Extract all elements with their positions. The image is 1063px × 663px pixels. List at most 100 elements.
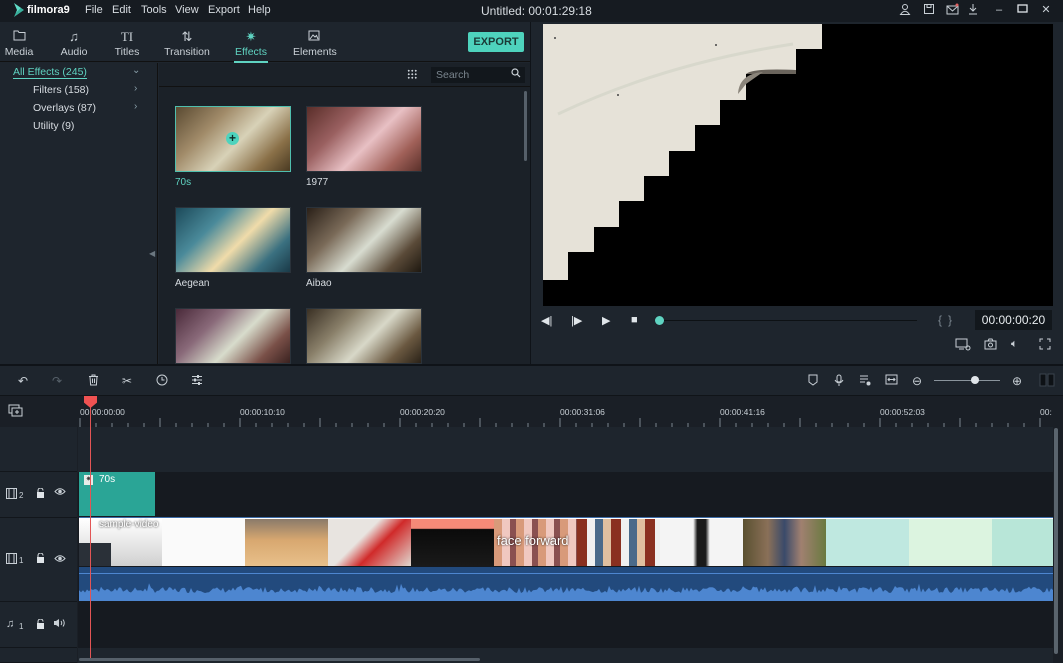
ruler-label: 00:00:52:03 bbox=[880, 407, 925, 417]
chevron-down-icon[interactable]: ⌄ bbox=[132, 65, 140, 76]
effect-label: 70s bbox=[175, 177, 192, 188]
search-icon[interactable] bbox=[511, 68, 521, 81]
sidebar-item-filters[interactable]: Filters (158) bbox=[33, 84, 89, 96]
clip-frame bbox=[660, 519, 743, 566]
playback-scrubber[interactable] bbox=[659, 320, 917, 321]
effect-label: 1977 bbox=[306, 177, 329, 188]
previous-frame-icon[interactable]: ◀| bbox=[541, 314, 552, 327]
next-frame-icon[interactable]: |▶ bbox=[571, 314, 582, 327]
app-logo: filmora9 bbox=[14, 3, 70, 17]
track-header-video-1: 1 bbox=[0, 518, 77, 602]
play-icon[interactable]: ▶ bbox=[602, 314, 610, 327]
preview-panel: ◀| |▶ ▶ ■ {} 00:00:00:20 🔈︎ bbox=[531, 22, 1063, 364]
zoom-out-icon[interactable]: ⊖ bbox=[912, 374, 922, 388]
mark-in-out[interactable]: {} bbox=[938, 313, 958, 327]
zoom-slider-handle[interactable] bbox=[971, 376, 979, 384]
download-icon[interactable] bbox=[966, 3, 980, 17]
lock-icon[interactable] bbox=[36, 487, 45, 501]
mark-out-icon[interactable]: } bbox=[948, 313, 958, 327]
menu-export[interactable]: Export bbox=[208, 4, 240, 16]
delete-icon[interactable] bbox=[88, 374, 99, 389]
grid-view-icon[interactable] bbox=[407, 69, 417, 79]
mark-in-icon[interactable]: { bbox=[938, 313, 948, 327]
transition-icon: ⇅ bbox=[181, 29, 193, 44]
ruler-label: 00:00:00:00 bbox=[80, 407, 125, 417]
lock-icon[interactable] bbox=[36, 618, 45, 632]
save-icon[interactable] bbox=[922, 3, 936, 17]
tab-transition[interactable]: ⇅ Transition bbox=[164, 22, 210, 62]
audio-clip[interactable] bbox=[79, 567, 1053, 601]
effects-icon: ✷ bbox=[245, 29, 257, 44]
menu-tools[interactable]: Tools bbox=[141, 4, 167, 16]
track-header-audio-1: ♫ 1 bbox=[0, 602, 77, 648]
menu-edit[interactable]: Edit bbox=[112, 4, 131, 16]
chevron-right-icon[interactable]: › bbox=[134, 101, 137, 112]
add-effect-icon[interactable]: + bbox=[226, 132, 239, 145]
audio-volume-line[interactable] bbox=[79, 573, 1053, 574]
chevron-right-icon[interactable]: › bbox=[134, 83, 137, 94]
timeline-vertical-scrollbar[interactable] bbox=[1054, 428, 1058, 654]
zoom-slider[interactable] bbox=[934, 380, 1000, 381]
adjust-icon[interactable] bbox=[191, 374, 203, 389]
project-title: Untitled: 00:01:29:18 bbox=[481, 4, 592, 18]
stop-icon[interactable]: ■ bbox=[631, 314, 638, 326]
fullscreen-icon[interactable] bbox=[1039, 338, 1051, 353]
display-settings-icon[interactable] bbox=[955, 338, 971, 354]
scrubber-handle[interactable] bbox=[655, 316, 664, 325]
user-icon[interactable] bbox=[898, 3, 912, 17]
video-track-icon bbox=[6, 488, 17, 502]
collapse-sidebar-icon[interactable]: ◀ bbox=[149, 249, 155, 258]
undo-icon[interactable]: ↶ bbox=[18, 374, 28, 388]
mail-icon[interactable] bbox=[945, 3, 959, 17]
browser-scrollbar[interactable] bbox=[524, 91, 527, 161]
lock-icon[interactable] bbox=[36, 552, 45, 566]
sidebar-item-overlays[interactable]: Overlays (87) bbox=[33, 102, 96, 114]
speaker-icon[interactable] bbox=[53, 618, 66, 631]
effect-thumbnail[interactable] bbox=[175, 308, 291, 364]
effect-thumbnail-aegean[interactable] bbox=[175, 207, 291, 273]
cut-icon[interactable]: ✂ bbox=[122, 374, 132, 388]
timeline-ruler[interactable]: 00:00:00:00 00:00:10:10 00:00:20:20 00:0… bbox=[0, 397, 1063, 427]
visibility-eye-icon[interactable] bbox=[54, 487, 66, 499]
marker-icon[interactable] bbox=[808, 374, 818, 389]
tab-media[interactable]: Media bbox=[4, 22, 34, 62]
tab-audio[interactable]: ♫ Audio bbox=[58, 22, 90, 62]
voiceover-icon[interactable] bbox=[834, 374, 844, 390]
clip-frame bbox=[826, 519, 909, 566]
volume-icon[interactable]: 🔈︎ bbox=[1011, 338, 1018, 351]
close-icon[interactable]: ✕ bbox=[1039, 3, 1053, 17]
clip-frame bbox=[577, 519, 660, 566]
tab-transition-label: Transition bbox=[164, 46, 210, 58]
menu-view[interactable]: View bbox=[175, 4, 199, 16]
sidebar-item-utility[interactable]: Utility (9) bbox=[33, 120, 74, 132]
playhead-line[interactable] bbox=[90, 404, 91, 658]
minimize-icon[interactable]: – bbox=[992, 3, 1006, 17]
effect-thumbnail-aibao[interactable] bbox=[306, 207, 422, 273]
sidebar-item-all-effects[interactable]: All Effects (245) bbox=[13, 66, 87, 79]
snapshot-icon[interactable] bbox=[984, 338, 997, 353]
speed-icon[interactable] bbox=[156, 374, 168, 389]
tab-titles[interactable]: TI Titles bbox=[112, 22, 142, 62]
effect-thumbnail[interactable] bbox=[306, 308, 422, 364]
tab-elements[interactable]: Elements bbox=[293, 22, 337, 62]
layout-toggle-icon[interactable] bbox=[1039, 373, 1055, 390]
tab-effects[interactable]: ✷ Effects bbox=[234, 22, 268, 63]
timeline-horizontal-scrollbar[interactable] bbox=[79, 658, 480, 661]
visibility-eye-icon[interactable] bbox=[54, 554, 66, 566]
redo-icon[interactable]: ↷ bbox=[52, 374, 62, 388]
waveform-path bbox=[79, 583, 1053, 601]
audio-track-icon: ♫ bbox=[6, 618, 15, 630]
add-track-icon[interactable] bbox=[8, 404, 23, 420]
audio-mixer-icon[interactable] bbox=[859, 374, 871, 389]
zoom-in-icon[interactable]: ⊕ bbox=[1012, 374, 1022, 388]
track-lane-empty bbox=[78, 427, 1053, 472]
export-button[interactable]: EXPORT bbox=[468, 32, 524, 52]
track-lane-audio-1 bbox=[78, 602, 1053, 648]
maximize-icon[interactable] bbox=[1015, 3, 1029, 17]
fit-timeline-icon[interactable] bbox=[885, 374, 898, 388]
menu-help[interactable]: Help bbox=[248, 4, 271, 16]
effect-thumbnail-1977[interactable] bbox=[306, 106, 422, 172]
clip-frame bbox=[743, 519, 826, 566]
menu-file[interactable]: File bbox=[85, 4, 103, 16]
video-clip[interactable]: sample-video face forward bbox=[79, 517, 1053, 566]
